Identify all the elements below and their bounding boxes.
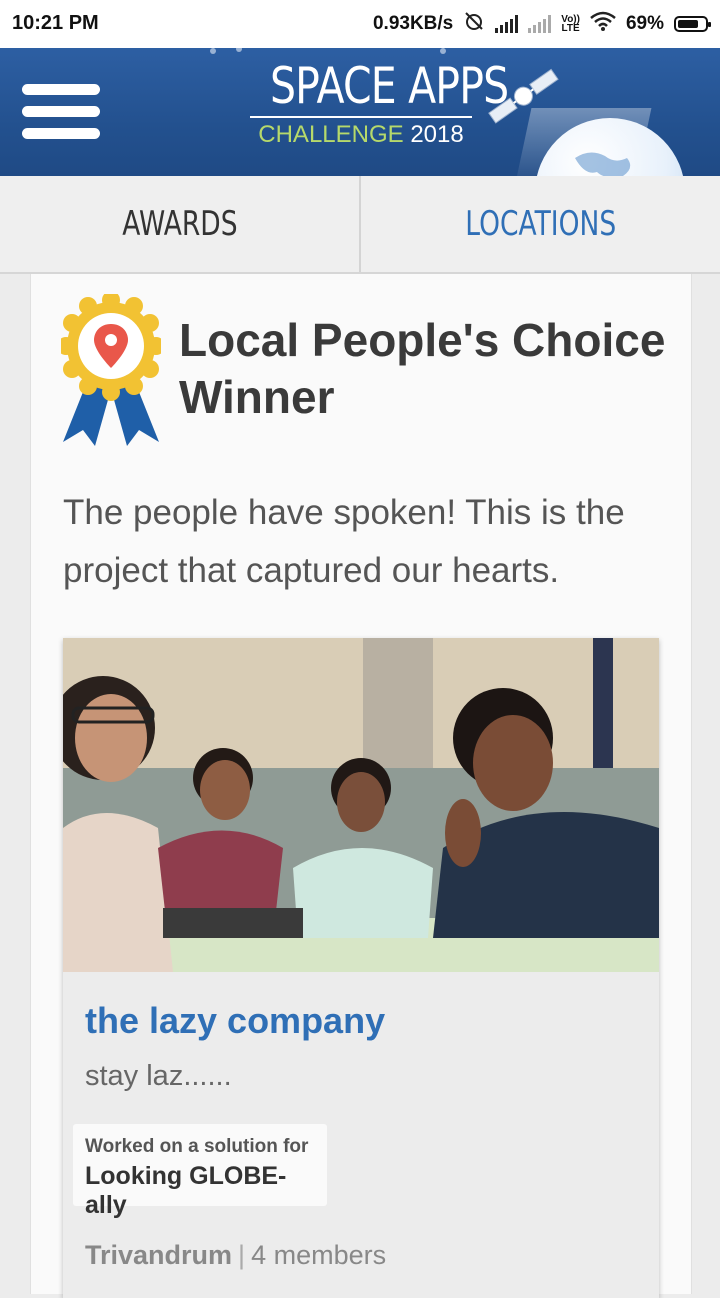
satellite-icon <box>488 68 559 124</box>
logo-challenge: CHALLENGE <box>258 121 404 148</box>
tab-locations[interactable]: LOCATIONS <box>361 176 720 272</box>
signal-2-icon <box>528 15 552 33</box>
project-tagline: stay laz...... <box>85 1060 232 1092</box>
tab-awards[interactable]: AWARDS <box>0 176 361 272</box>
award-ribbon-icon <box>61 294 161 446</box>
status-right: 0.93KB/s Vo)) LTE 69% <box>372 10 711 38</box>
star-decoration <box>440 48 446 54</box>
award-description: The people have spoken! This is the proj… <box>63 493 625 590</box>
app-header: SPACE APPS CHALLENGE 2018 <box>0 48 720 176</box>
star-decoration <box>210 48 216 54</box>
project-name-link[interactable]: the lazy company <box>85 1000 385 1042</box>
logo-title: SPACE APPS <box>269 57 509 115</box>
section-tabs: AWARDS LOCATIONS <box>0 176 720 274</box>
battery-icon <box>674 16 711 32</box>
status-time: 10:21 PM <box>12 12 99 34</box>
award-card: Local People's Choice Winner The people … <box>30 274 692 1298</box>
space-apps-logo[interactable]: SPACE APPS CHALLENGE 2018 <box>250 57 509 148</box>
alarm-off-icon <box>463 10 485 38</box>
volte-icon: Vo)) LTE <box>561 15 580 34</box>
signal-icon <box>495 15 519 33</box>
award-title: Local People's Choice Winner <box>179 314 666 423</box>
logo-subtitle: CHALLENGE 2018 <box>250 122 472 148</box>
challenge-label: Worked on a solution for <box>85 1136 309 1157</box>
tab-awards-label: AWARDS <box>121 204 238 244</box>
challenge-name: Looking GLOBE-ally <box>85 1162 287 1219</box>
project-card[interactable]: the lazy company stay laz...... Worked o… <box>63 638 659 1298</box>
project-members: 4 members <box>251 1240 387 1270</box>
logo-year: 2018 <box>410 121 464 148</box>
team-photo <box>63 638 659 972</box>
star-decoration <box>236 48 242 52</box>
volte-bottom-label: LTE <box>561 23 580 34</box>
meta-separator: | <box>238 1240 246 1270</box>
battery-percent: 69% <box>625 13 664 34</box>
network-speed: 0.93KB/s <box>372 13 454 34</box>
menu-icon[interactable] <box>22 84 100 140</box>
status-bar: 10:21 PM 0.93KB/s Vo)) LTE 69% <box>0 0 720 48</box>
challenge-box[interactable]: Worked on a solution for Looking GLOBE-a… <box>73 1124 327 1219</box>
tab-locations-label: LOCATIONS <box>465 204 616 244</box>
project-meta: Trivandrum | 4 members <box>85 1240 386 1271</box>
logo-divider <box>250 116 472 118</box>
wifi-icon <box>590 11 616 37</box>
project-location: Trivandrum <box>85 1240 233 1270</box>
